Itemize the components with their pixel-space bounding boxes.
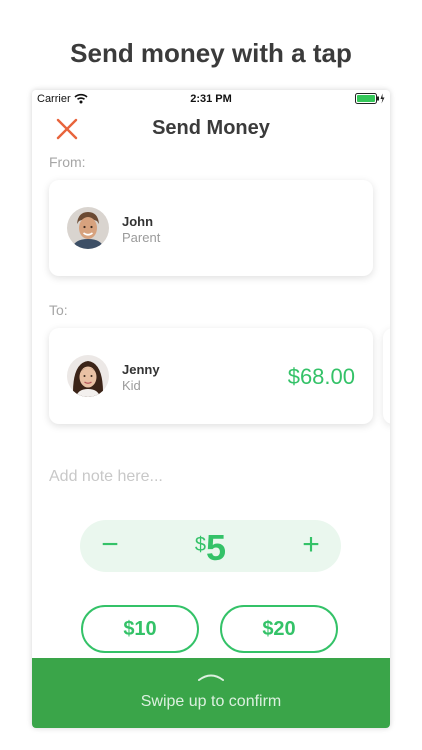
promo-headline: Send money with a tap [70, 38, 352, 68]
to-name: Jenny [122, 362, 160, 377]
from-label: From: [49, 154, 86, 170]
to-label: To: [49, 302, 68, 318]
avatar-jenny [67, 355, 109, 397]
amount-stepper: − $5 + [80, 520, 341, 572]
note-input[interactable] [49, 468, 369, 486]
from-name: John [122, 214, 154, 229]
currency-symbol: $ [194, 534, 207, 556]
nav-bar: Send Money [32, 108, 390, 148]
avatar-john [67, 207, 109, 249]
next-card-peek[interactable] [383, 328, 390, 424]
to-balance: $68.00 [287, 364, 355, 389]
to-card[interactable]: Jenny Kid $68.00 [49, 328, 373, 424]
status-bar: Carrier 2:31 PM [32, 90, 390, 108]
chevron-up-icon [198, 674, 224, 681]
swipe-confirm-bar[interactable]: Swipe up to confirm [32, 658, 390, 728]
to-role: Kid [122, 378, 141, 393]
confirm-label: Swipe up to confirm [140, 693, 282, 710]
battery-icon [355, 93, 385, 107]
page-title: Send Money [152, 117, 270, 139]
phone-screen: Carrier 2:31 PM Send Money From: John Pa… [32, 90, 390, 728]
quick-amount-20-button[interactable]: $20 [220, 605, 338, 653]
quick-amount-10-button[interactable]: $10 [81, 605, 199, 653]
amount-number: 5 [206, 527, 227, 568]
from-card[interactable]: John Parent [49, 180, 373, 276]
plus-button[interactable]: + [291, 526, 331, 566]
from-role: Parent [122, 230, 161, 245]
status-time: 2:31 PM [190, 93, 232, 105]
